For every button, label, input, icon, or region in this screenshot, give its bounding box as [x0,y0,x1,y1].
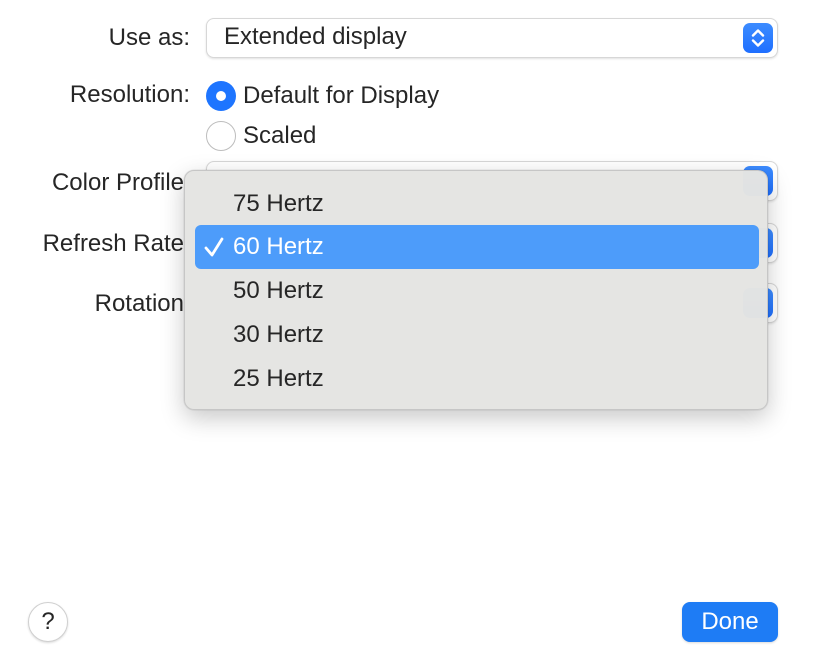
menu-item-30-hertz[interactable]: 30 Hertz [195,313,759,357]
menu-item-75-hertz[interactable]: 75 Hertz [195,182,759,226]
menu-item-60-hertz[interactable]: 60 Hertz [195,225,759,269]
resolution-option-label: Scaled [243,122,317,149]
use-as-value: Extended display [224,23,407,50]
use-as-popup[interactable]: Extended display [206,18,778,58]
refresh-rate-menu: 75 Hertz 60 Hertz 50 Hertz 30 Hertz 25 H… [184,170,768,410]
color-profile-label: Color Profile [51,169,184,196]
resolution-option-label: Default for Display [243,82,440,109]
resolution-label: Resolution: [69,81,190,108]
menu-item-label: 60 Hertz [233,233,324,260]
menu-item-label: 75 Hertz [233,190,324,217]
checkmark-icon [201,232,227,262]
refresh-rate-label: Refresh Rate [42,230,184,257]
help-button[interactable]: ? [28,602,68,642]
radio-selected-icon [206,81,236,111]
resolution-option-default[interactable]: Default for Display [206,80,506,112]
menu-item-50-hertz[interactable]: 50 Hertz [195,269,759,313]
menu-item-label: 25 Hertz [233,365,324,392]
use-as-label: Use as: [108,24,190,51]
menu-item-label: 50 Hertz [233,277,324,304]
menu-item-label: 30 Hertz [233,321,324,348]
menu-item-25-hertz[interactable]: 25 Hertz [195,357,759,401]
done-button[interactable]: Done [682,602,778,642]
resolution-option-scaled[interactable]: Scaled [206,120,406,152]
radio-unselected-icon [206,121,236,151]
rotation-label: Rotation [94,290,184,317]
chevron-up-down-icon [743,23,773,53]
